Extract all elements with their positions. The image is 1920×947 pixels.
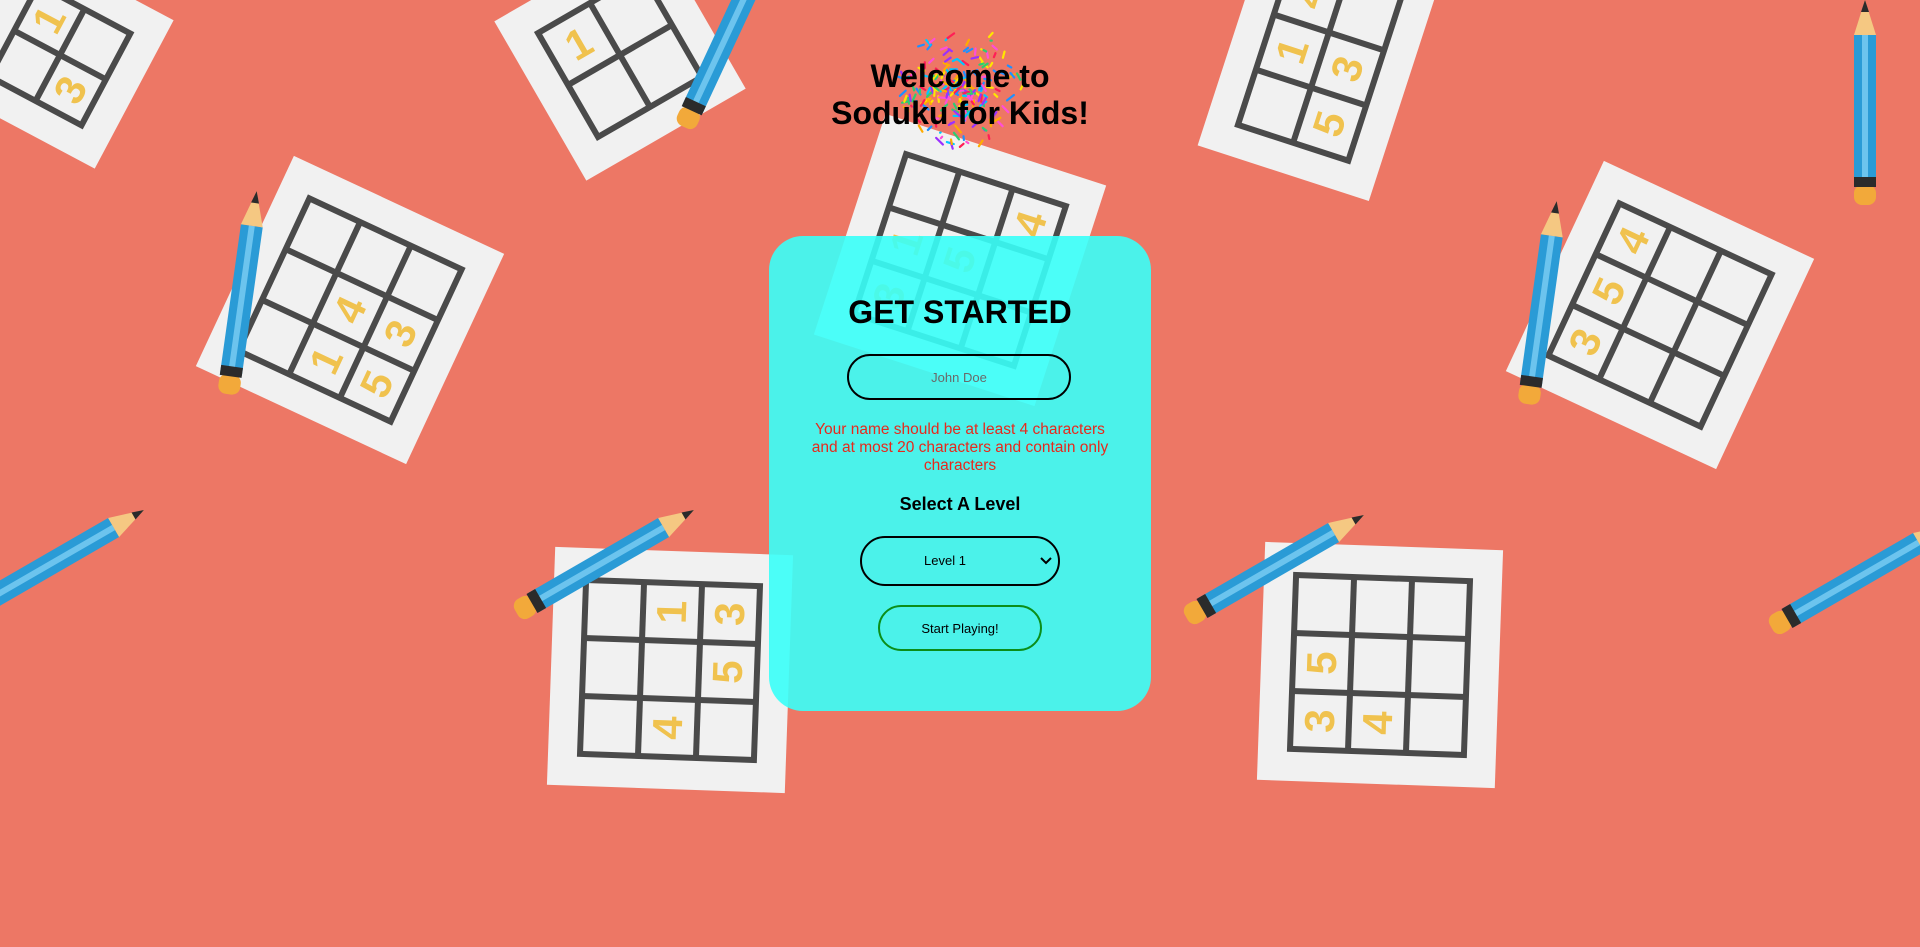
grid-digit: 5 [1298,650,1346,675]
chevron-down-icon [1040,557,1052,565]
page-title-line-2: Soduku for Kids! [831,95,1089,131]
level-selected-value: Level 1 [924,553,966,568]
grid-digit: 3 [706,602,754,627]
get-started-card: GET STARTED Your name should be at least… [769,236,1151,711]
grid-digit: 5 [704,660,752,685]
sudoku-grid-icon: 1453 [1197,0,1443,201]
grid-digit: 4 [1354,710,1402,736]
pencil-icon [1854,0,1876,205]
start-playing-button[interactable]: Start Playing! [878,605,1042,651]
header: Welcome to Soduku for Kids! [760,18,1160,168]
pencil-icon [0,500,150,623]
get-started-heading: GET STARTED [848,294,1072,330]
grid-digit: 3 [1296,708,1344,733]
grid-digit: 1 [648,600,696,625]
sudoku-grid-icon: 354 [1505,160,1815,470]
name-error-message: Your name should be at least 4 character… [811,421,1109,474]
sudoku-grid-icon: 3 5 4 [1256,541,1504,789]
pencil-icon [1765,515,1920,638]
name-input[interactable] [847,354,1071,400]
sudoku-grid-icon: 13 [0,0,174,169]
grid-digit: 4 [644,715,692,741]
page-title: Welcome to Soduku for Kids! [760,58,1160,132]
level-label: Select A Level [899,494,1021,514]
page-title-line-1: Welcome to [870,58,1050,94]
level-select[interactable]: Level 1 [860,536,1060,586]
